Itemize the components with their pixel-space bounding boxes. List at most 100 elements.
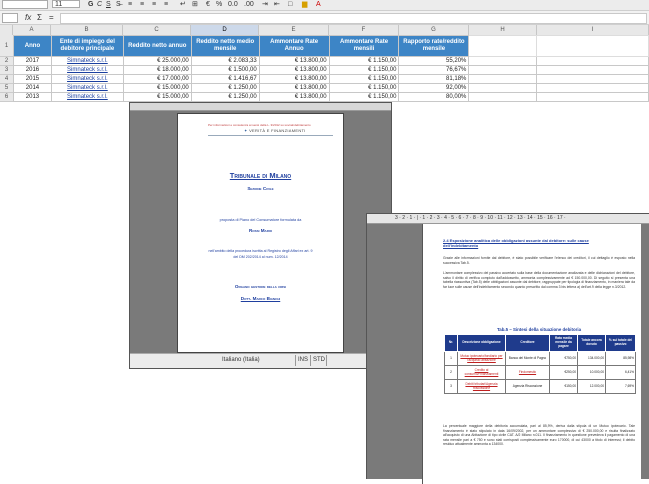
font-name-box[interactable]	[2, 0, 48, 9]
header-cell[interactable]: Rapporto rate/reddito mensile	[398, 35, 470, 57]
empty-cell[interactable]	[536, 83, 649, 93]
language-status[interactable]: Italiano (Italia)	[222, 357, 260, 363]
table-cell[interactable]: € 1.416,67	[190, 74, 260, 84]
table-cell[interactable]: € 1.150,00	[328, 74, 400, 84]
column-header-h[interactable]: H	[469, 25, 537, 35]
table-cell[interactable]: 2015	[13, 74, 52, 84]
column-header-g[interactable]: G	[399, 25, 469, 35]
selection-mode-status[interactable]: STD	[313, 357, 325, 363]
table-cell[interactable]: 81,18%	[398, 74, 470, 84]
borders-icon[interactable]: □	[288, 1, 292, 9]
row-header[interactable]: 1	[0, 35, 13, 57]
table-cell[interactable]: 2017	[13, 56, 52, 66]
wrap-text-icon[interactable]: ↵	[180, 1, 186, 9]
table-cell[interactable]: € 15.000,00	[122, 92, 192, 102]
horizontal-ruler[interactable]	[130, 103, 391, 111]
align-center-icon[interactable]: ≡	[140, 1, 144, 9]
table-cell[interactable]: 80,00%	[398, 92, 470, 102]
sum-icon[interactable]: Σ	[37, 13, 42, 22]
row-header[interactable]: 6	[0, 93, 13, 102]
table-cell[interactable]: 92,00%	[398, 83, 470, 93]
row-header[interactable]: 3	[0, 66, 13, 75]
corner-select-all[interactable]	[0, 25, 13, 35]
empty-cell[interactable]	[536, 65, 649, 75]
formula-input[interactable]	[60, 13, 647, 24]
equals-icon[interactable]: =	[49, 13, 54, 22]
table-cell[interactable]: € 13.800,00	[258, 92, 330, 102]
table-cell[interactable]: Simnateck s.r.l.	[50, 65, 124, 75]
column-header-e[interactable]: E	[259, 25, 329, 35]
header-cell[interactable]: Ammontare Rate Annuo	[258, 35, 330, 57]
column-header-c[interactable]: C	[123, 25, 191, 35]
row-header[interactable]: 2	[0, 57, 13, 66]
row-header[interactable]: 5	[0, 84, 13, 93]
table-cell[interactable]: € 1.150,00	[328, 56, 400, 66]
function-wizard-icon[interactable]: fx	[25, 13, 31, 22]
bold-icon[interactable]: G	[88, 1, 93, 9]
currency-icon[interactable]: €	[206, 1, 210, 9]
outdent-icon[interactable]: ⇤	[274, 1, 280, 9]
empty-cell[interactable]	[468, 83, 538, 93]
table-cell[interactable]: € 13.800,00	[258, 56, 330, 66]
document-page[interactable]: Per informazioni e consulenza ai sensi d…	[177, 113, 344, 353]
table-cell[interactable]: € 1.150,00	[328, 83, 400, 93]
row-header[interactable]: 4	[0, 75, 13, 84]
header-cell[interactable]: Ente di impiego del debitore principale	[50, 35, 124, 57]
table-cell[interactable]: 2013	[13, 92, 52, 102]
table-cell[interactable]: Simnateck s.r.l.	[50, 74, 124, 84]
empty-cell[interactable]	[468, 56, 538, 66]
font-color-icon[interactable]: A	[316, 1, 321, 9]
empty-cell[interactable]	[468, 65, 538, 75]
background-color-icon[interactable]: ▆	[302, 1, 307, 9]
indent-icon[interactable]: ⇥	[262, 1, 268, 9]
table-cell[interactable]: € 1.250,00	[190, 92, 260, 102]
header-cell[interactable]: Anno	[13, 35, 52, 57]
align-left-icon[interactable]: ≡	[128, 1, 132, 9]
table-cell[interactable]: € 1.150,00	[328, 65, 400, 75]
empty-cell[interactable]	[536, 56, 649, 66]
spreadsheet-grid[interactable]: Anno Ente di impiego del debitore princi…	[13, 35, 649, 105]
italic-icon[interactable]: C	[97, 1, 102, 9]
font-size-box[interactable]: 11	[52, 0, 80, 8]
strikethrough-icon[interactable]: S̶	[116, 1, 121, 9]
name-box[interactable]	[2, 13, 18, 23]
table-cell[interactable]: 2016	[13, 65, 52, 75]
table-cell[interactable]: € 18.000,00	[122, 65, 192, 75]
insert-mode-status[interactable]: INS	[298, 357, 308, 363]
table-cell[interactable]: Simnateck s.r.l.	[50, 56, 124, 66]
empty-cell[interactable]	[468, 92, 538, 102]
empty-cell[interactable]	[468, 35, 538, 57]
table-cell[interactable]: € 2.083,33	[190, 56, 260, 66]
empty-cell[interactable]	[536, 35, 649, 57]
column-header-i[interactable]: I	[537, 25, 649, 35]
table-cell[interactable]: 76,67%	[398, 65, 470, 75]
document-page[interactable]: 2.4 Esposizione analitica delle obbligaz…	[422, 224, 641, 484]
underline-icon[interactable]: S	[106, 1, 111, 9]
table-cell[interactable]: 2014	[13, 83, 52, 93]
align-right-icon[interactable]: ≡	[152, 1, 156, 9]
table-cell[interactable]: € 1.500,00	[190, 65, 260, 75]
merge-cells-icon[interactable]: ⊞	[192, 1, 198, 9]
header-cell[interactable]: Reddito netto medio mensile	[190, 35, 260, 57]
table-cell[interactable]: € 13.800,00	[258, 74, 330, 84]
table-cell[interactable]: € 13.800,00	[258, 65, 330, 75]
table-cell[interactable]: € 25.000,00	[122, 56, 192, 66]
table-cell[interactable]: € 1.250,00	[190, 83, 260, 93]
header-cell[interactable]: Reddito netto annuo	[122, 35, 192, 57]
table-cell[interactable]: € 1.150,00	[328, 92, 400, 102]
column-header-a[interactable]: A	[13, 25, 51, 35]
table-cell[interactable]: Simnateck s.r.l.	[50, 83, 124, 93]
empty-cell[interactable]	[536, 92, 649, 102]
column-header-d[interactable]: D	[191, 25, 259, 35]
table-cell[interactable]: Simnateck s.r.l.	[50, 92, 124, 102]
column-header-f[interactable]: F	[329, 25, 399, 35]
horizontal-ruler[interactable]: 3 · 2 · 1 · | · 1 · 2 · 3 · 4 · 5 · 6 · …	[367, 214, 649, 224]
number-format-icon[interactable]: 0.0	[228, 1, 238, 9]
column-header-b[interactable]: B	[51, 25, 123, 35]
percent-icon[interactable]: %	[216, 1, 222, 9]
justify-icon[interactable]: ≡	[164, 1, 168, 9]
table-cell[interactable]: € 17.000,00	[122, 74, 192, 84]
table-cell[interactable]: € 15.000,00	[122, 83, 192, 93]
table-cell[interactable]: € 13.800,00	[258, 83, 330, 93]
empty-cell[interactable]	[468, 74, 538, 84]
